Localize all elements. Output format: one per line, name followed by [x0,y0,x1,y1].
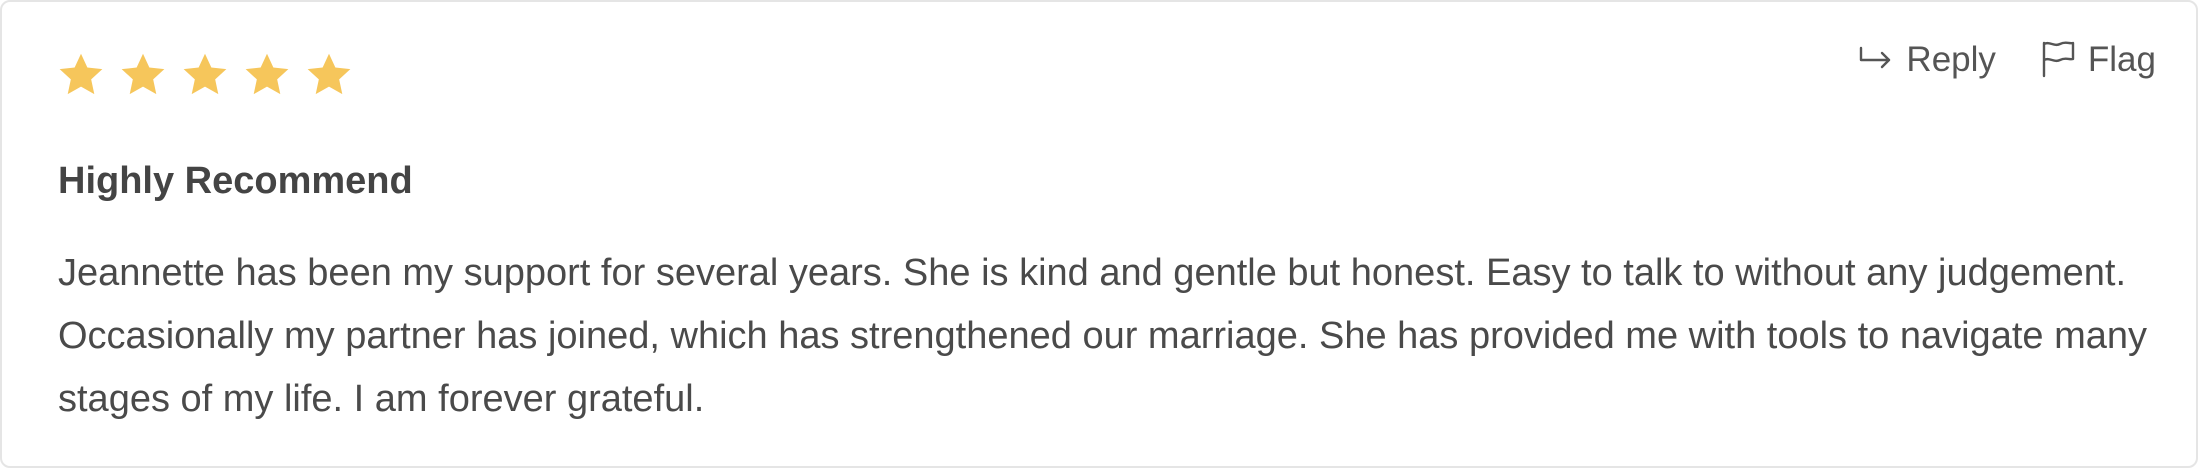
reply-label: Reply [1906,39,1996,79]
flag-label: Flag [2087,39,2156,79]
star-icon [245,53,289,95]
flag-icon [2042,41,2075,78]
star-icon [307,53,351,95]
star-icon [183,53,227,95]
star-rating [56,50,354,100]
star-icon [59,53,103,95]
review-body: Jeannette has been my support for severa… [58,252,2147,420]
review-card: Reply Flag Highly Recommend Jeannette ha… [0,0,2198,468]
review-actions: Reply Flag [1858,40,2156,78]
reply-arrow-icon [1860,46,1891,69]
review-title: Highly Recommend [58,160,413,202]
star-icon [121,53,165,95]
flag-button[interactable]: Flag [2040,40,2156,78]
reply-button[interactable]: Reply [1858,39,1996,79]
